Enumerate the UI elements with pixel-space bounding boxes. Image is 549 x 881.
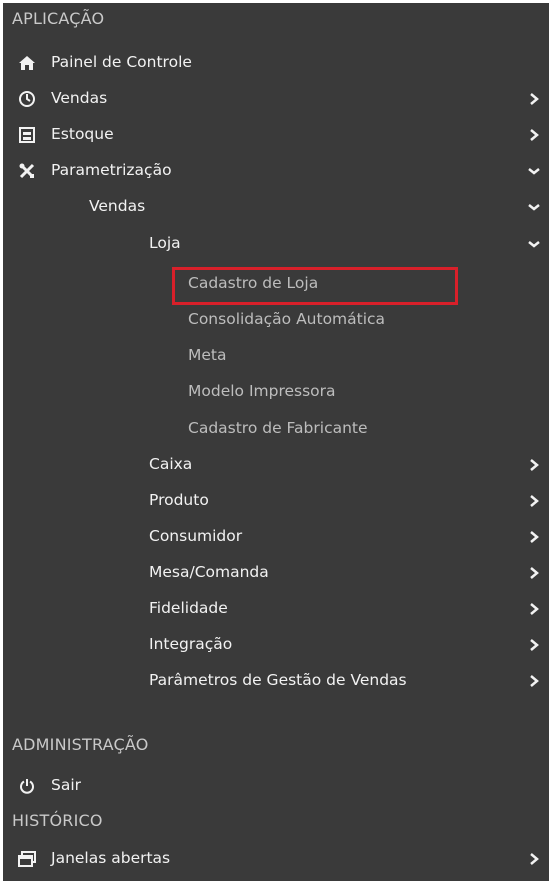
chevron-right-icon bbox=[527, 636, 541, 654]
chevron-right-icon bbox=[527, 90, 541, 108]
menu-item-meta[interactable]: Meta bbox=[3, 339, 549, 373]
menu-item-label: Fidelidade bbox=[149, 599, 228, 617]
menu-item-painel[interactable]: Painel de Controle bbox=[3, 46, 549, 80]
sales-icon bbox=[17, 89, 37, 109]
windows-icon bbox=[17, 849, 37, 869]
menu-item-parametrizacao[interactable]: Parametrização bbox=[3, 154, 549, 188]
menu-item-label: Consumidor bbox=[149, 527, 243, 545]
menu-item-label: Sair bbox=[51, 776, 82, 794]
chevron-right-icon bbox=[527, 456, 541, 474]
menu-item-fidelidade[interactable]: Fidelidade bbox=[3, 592, 549, 626]
menu-item-label: Painel de Controle bbox=[51, 53, 192, 71]
menu-item-cadastro-fabricante[interactable]: Cadastro de Fabricante bbox=[3, 412, 549, 446]
menu-item-sair[interactable]: Sair bbox=[3, 769, 549, 803]
chevron-right-icon bbox=[527, 528, 541, 546]
menu-item-label: Cadastro de Loja bbox=[188, 274, 319, 292]
chevron-right-icon bbox=[527, 492, 541, 510]
menu-item-label: Loja bbox=[149, 234, 181, 252]
chevron-right-icon bbox=[527, 672, 541, 690]
menu-item-produto[interactable]: Produto bbox=[3, 484, 549, 518]
menu-item-modelo-impressora[interactable]: Modelo Impressora bbox=[3, 375, 549, 409]
menu-item-label: Caixa bbox=[149, 455, 193, 473]
menu-item-label: Cadastro de Fabricante bbox=[188, 419, 368, 437]
menu-item-consolidacao[interactable]: Consolidação Automática bbox=[3, 303, 549, 337]
chevron-right-icon bbox=[527, 850, 541, 868]
inventory-icon bbox=[17, 125, 37, 145]
section-aplicacao: APLICAÇÃO bbox=[12, 9, 105, 28]
chevron-right-icon bbox=[527, 600, 541, 618]
section-historico: HISTÓRICO bbox=[12, 811, 103, 830]
menu-item-integracao[interactable]: Integração bbox=[3, 628, 549, 662]
section-administracao: ADMINISTRAÇÃO bbox=[12, 735, 149, 754]
menu-item-consumidor[interactable]: Consumidor bbox=[3, 520, 549, 554]
menu-item-parametros-gestao[interactable]: Parâmetros de Gestão de Vendas bbox=[3, 664, 549, 698]
menu-item-janelas-abertas[interactable]: Janelas abertas bbox=[3, 842, 549, 876]
menu-item-caixa[interactable]: Caixa bbox=[3, 448, 549, 482]
menu-item-label: Estoque bbox=[51, 125, 114, 143]
menu-item-param-vendas[interactable]: Vendas bbox=[3, 190, 549, 224]
menu-item-label: Modelo Impressora bbox=[188, 382, 336, 400]
menu-item-label: Vendas bbox=[89, 197, 146, 215]
menu-item-label: Parâmetros de Gestão de Vendas bbox=[149, 671, 407, 689]
chevron-down-icon bbox=[527, 235, 541, 253]
menu-item-label: Produto bbox=[149, 491, 209, 509]
menu-item-label: Janelas abertas bbox=[51, 849, 171, 867]
chevron-down-icon bbox=[527, 162, 541, 180]
menu-item-label: Mesa/Comanda bbox=[149, 563, 269, 581]
menu-item-label: Meta bbox=[188, 346, 227, 364]
chevron-right-icon bbox=[527, 126, 541, 144]
power-icon bbox=[17, 776, 37, 796]
menu-item-label: Integração bbox=[149, 635, 233, 653]
menu-item-label: Consolidação Automática bbox=[188, 310, 386, 328]
tools-icon bbox=[17, 161, 37, 181]
menu-item-vendas[interactable]: Vendas bbox=[3, 82, 549, 116]
chevron-right-icon bbox=[527, 564, 541, 582]
sidebar-menu: APLICAÇÃO Painel de Controle Vendas Esto… bbox=[3, 3, 549, 881]
menu-item-label: Vendas bbox=[51, 89, 108, 107]
menu-item-cadastro-loja[interactable]: Cadastro de Loja bbox=[3, 267, 549, 301]
chevron-down-icon bbox=[527, 198, 541, 216]
home-icon bbox=[17, 53, 37, 73]
menu-item-loja[interactable]: Loja bbox=[3, 227, 549, 261]
menu-item-label: Parametrização bbox=[51, 161, 172, 179]
menu-item-estoque[interactable]: Estoque bbox=[3, 118, 549, 152]
menu-item-mesa-comanda[interactable]: Mesa/Comanda bbox=[3, 556, 549, 590]
